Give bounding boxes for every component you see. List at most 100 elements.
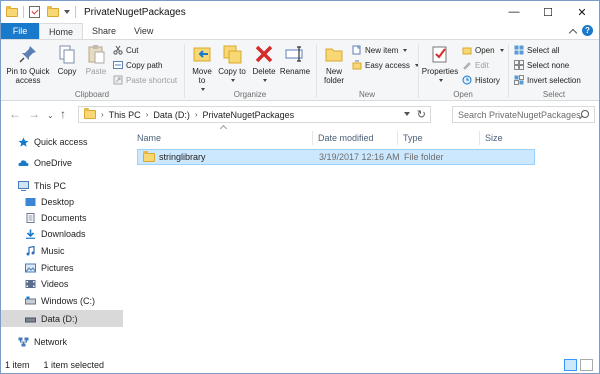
open-button[interactable]: Open — [462, 45, 504, 55]
new-folder-button[interactable]: New folder — [319, 43, 349, 85]
nav-item-windows-c[interactable]: Windows (C:) — [1, 293, 123, 309]
divider[interactable] — [479, 131, 480, 145]
tab-file[interactable]: File — [1, 23, 39, 39]
file-list: Name Date modified Type Size stringlibra… — [123, 124, 599, 357]
network-icon — [18, 337, 29, 347]
search-input[interactable]: Search PrivateNugetPackages — [452, 106, 595, 123]
nav-label: Quick access — [34, 137, 88, 147]
nav-item-pictures[interactable]: Pictures — [1, 260, 123, 276]
select-none-button[interactable]: Select none — [514, 60, 569, 70]
column-header-size[interactable]: Size — [485, 130, 503, 146]
title-bar: PrivateNugetPackages — ☐ ✕ — [1, 1, 599, 23]
new-group: New folder New item Easy access New — [317, 40, 419, 101]
new-folder-icon[interactable] — [47, 5, 59, 17]
organize-group-label: Organize — [233, 90, 267, 99]
tab-share[interactable]: Share — [83, 23, 125, 39]
details-view-icon[interactable] — [564, 359, 577, 371]
new-item-label: New item — [365, 45, 399, 55]
nav-label: Videos — [41, 279, 69, 289]
address-bar[interactable]: › This PC › Data (D:) › PrivateNugetPack… — [78, 106, 431, 123]
new-item-button[interactable]: New item — [352, 45, 408, 55]
tab-view[interactable]: View — [125, 23, 162, 39]
pin-to-quick-access-button[interactable]: Pin to Quick access — [4, 43, 52, 85]
cut-button[interactable]: Cut — [113, 45, 138, 55]
nav-label: Windows (C:) — [41, 296, 96, 306]
invert-selection-button[interactable]: Invert selection — [514, 75, 581, 85]
column-header-type[interactable]: Type — [403, 130, 423, 146]
paste-button[interactable]: Paste — [83, 43, 109, 76]
column-header-name[interactable]: Name — [137, 130, 161, 146]
history-button[interactable]: History — [462, 75, 500, 85]
rename-label: Rename — [279, 67, 311, 76]
nav-item-desktop[interactable]: Desktop — [1, 194, 123, 210]
minimize-button[interactable]: — — [497, 1, 531, 23]
music-note-icon — [25, 245, 36, 256]
breadcrumb-separator[interactable]: › — [101, 110, 104, 119]
nav-item-documents[interactable]: Documents — [1, 210, 123, 226]
back-arrow-icon[interactable]: ← — [9, 108, 21, 120]
new-item-icon — [352, 45, 362, 55]
nav-item-videos[interactable]: Videos — [1, 276, 123, 292]
breadcrumb-separator[interactable]: › — [195, 110, 198, 119]
breadcrumb-separator[interactable]: › — [146, 110, 149, 119]
open-group-label: Open — [453, 90, 473, 99]
breadcrumb-current-folder[interactable]: PrivateNugetPackages — [203, 110, 295, 120]
close-button[interactable]: ✕ — [565, 1, 599, 23]
nav-label: Desktop — [41, 197, 75, 207]
nav-label: This PC — [34, 181, 67, 191]
copy-to-label: Copy to — [218, 67, 246, 85]
easy-access-button[interactable]: Easy access — [352, 60, 419, 70]
maximize-button[interactable]: ☐ — [531, 1, 565, 23]
edit-button[interactable]: Edit — [462, 60, 489, 70]
move-to-button[interactable]: Move to — [188, 43, 216, 94]
help-icon[interactable]: ? — [582, 25, 593, 36]
customize-toolbar-icon[interactable] — [64, 10, 70, 14]
nav-item-music[interactable]: Music — [1, 243, 123, 259]
tab-home[interactable]: Home — [39, 23, 84, 39]
paste-label: Paste — [85, 67, 107, 76]
divider — [23, 6, 24, 18]
edit-label: Edit — [475, 60, 489, 70]
breadcrumb-data-d[interactable]: Data (D:) — [153, 110, 190, 120]
divider[interactable] — [312, 131, 313, 145]
nav-item-data-d[interactable]: Data (D:) — [1, 310, 123, 327]
properties-button[interactable]: Properties — [421, 43, 459, 85]
properties-icon[interactable] — [29, 6, 40, 18]
collapse-ribbon-icon[interactable] — [568, 28, 578, 37]
ribbon: Pin to Quick access Copy Paste Cut Copy … — [1, 39, 599, 101]
table-row[interactable]: stringlibrary 3/19/2017 12:16 AM File fo… — [137, 149, 535, 165]
breadcrumb-this-pc[interactable]: This PC — [109, 110, 141, 120]
divider[interactable] — [397, 131, 398, 145]
edit-pencil-icon — [462, 60, 472, 70]
new-folder-icon — [323, 43, 345, 65]
select-group: Select all Select none Invert selection … — [509, 40, 599, 101]
copy-to-button[interactable]: Copy to — [218, 43, 246, 85]
ribbon-tabs: File Home Share View ? — [1, 23, 599, 39]
copy-path-button[interactable]: Copy path — [113, 60, 162, 70]
address-dropdown-icon[interactable] — [404, 112, 410, 116]
nav-item-this-pc[interactable]: This PC — [1, 178, 123, 194]
clipboard-group-label: Clipboard — [74, 90, 110, 99]
rename-button[interactable]: Rename — [279, 43, 311, 76]
nav-item-onedrive[interactable]: OneDrive — [1, 155, 123, 171]
paste-shortcut-button[interactable]: Paste shortcut — [113, 75, 177, 85]
view-switcher — [564, 359, 593, 371]
recent-locations-icon[interactable]: ⌄ — [47, 110, 54, 122]
delete-button[interactable]: Delete — [251, 43, 277, 85]
copy-button[interactable]: Copy — [54, 43, 80, 76]
sort-indicator-icon — [219, 124, 228, 133]
nav-item-downloads[interactable]: Downloads — [1, 226, 123, 242]
refresh-icon[interactable]: ↻ — [417, 108, 426, 121]
nav-item-network[interactable]: Network — [1, 334, 123, 350]
file-type: File folder — [404, 152, 444, 162]
large-icons-view-icon[interactable] — [580, 359, 593, 371]
ribbon-controls: ? — [568, 25, 593, 37]
copy-to-icon — [221, 43, 243, 65]
select-all-button[interactable]: Select all — [514, 45, 559, 55]
up-arrow-icon[interactable]: ↑ — [60, 108, 66, 120]
column-header-date[interactable]: Date modified — [318, 130, 374, 146]
pin-icon — [17, 43, 39, 65]
forward-arrow-icon[interactable]: → — [28, 108, 40, 120]
nav-item-quick-access[interactable]: Quick access — [1, 134, 123, 150]
drive-icon — [25, 296, 36, 306]
